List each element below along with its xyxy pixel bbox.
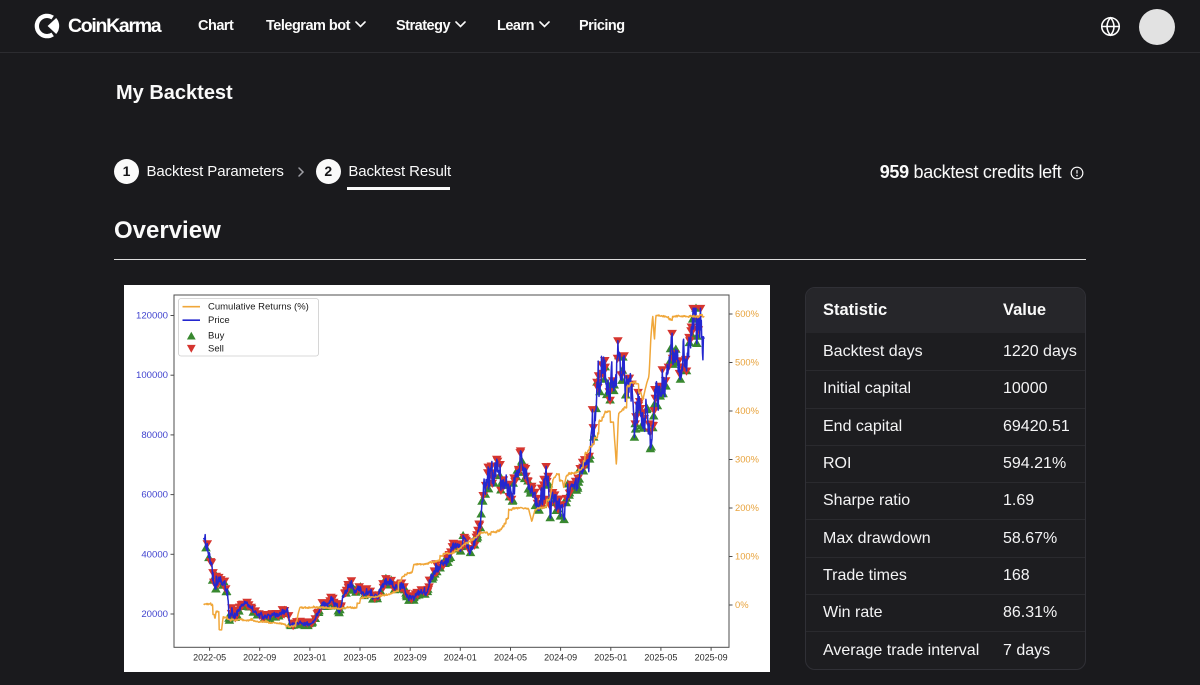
svg-text:Cumulative Returns (%): Cumulative Returns (%) [208, 302, 309, 313]
svg-text:2022-09: 2022-09 [243, 653, 276, 663]
svg-text:2023-05: 2023-05 [343, 653, 376, 663]
svg-text:2022-05: 2022-05 [193, 653, 226, 663]
svg-text:2025-01: 2025-01 [594, 653, 627, 663]
svg-text:100000: 100000 [136, 370, 168, 381]
svg-text:60000: 60000 [141, 490, 168, 501]
svg-text:20000: 20000 [141, 609, 168, 620]
svg-text:2024-09: 2024-09 [544, 653, 577, 663]
svg-text:Price: Price [208, 315, 230, 326]
svg-text:120000: 120000 [136, 311, 168, 322]
svg-text:Sell: Sell [208, 344, 224, 355]
svg-text:0%: 0% [735, 599, 749, 610]
svg-text:200%: 200% [735, 502, 759, 513]
svg-text:100%: 100% [735, 551, 759, 562]
svg-text:2024-01: 2024-01 [444, 653, 477, 663]
svg-text:2025-05: 2025-05 [644, 653, 677, 663]
svg-text:2025-09: 2025-09 [695, 653, 728, 663]
svg-text:40000: 40000 [141, 549, 168, 560]
svg-text:Buy: Buy [208, 330, 225, 341]
svg-text:400%: 400% [735, 405, 759, 416]
svg-text:2024-05: 2024-05 [494, 653, 527, 663]
svg-text:2023-01: 2023-01 [293, 653, 326, 663]
svg-text:600%: 600% [735, 308, 759, 319]
svg-text:80000: 80000 [141, 430, 168, 441]
svg-text:300%: 300% [735, 454, 759, 465]
svg-text:2023-09: 2023-09 [394, 653, 427, 663]
svg-text:500%: 500% [735, 357, 759, 368]
